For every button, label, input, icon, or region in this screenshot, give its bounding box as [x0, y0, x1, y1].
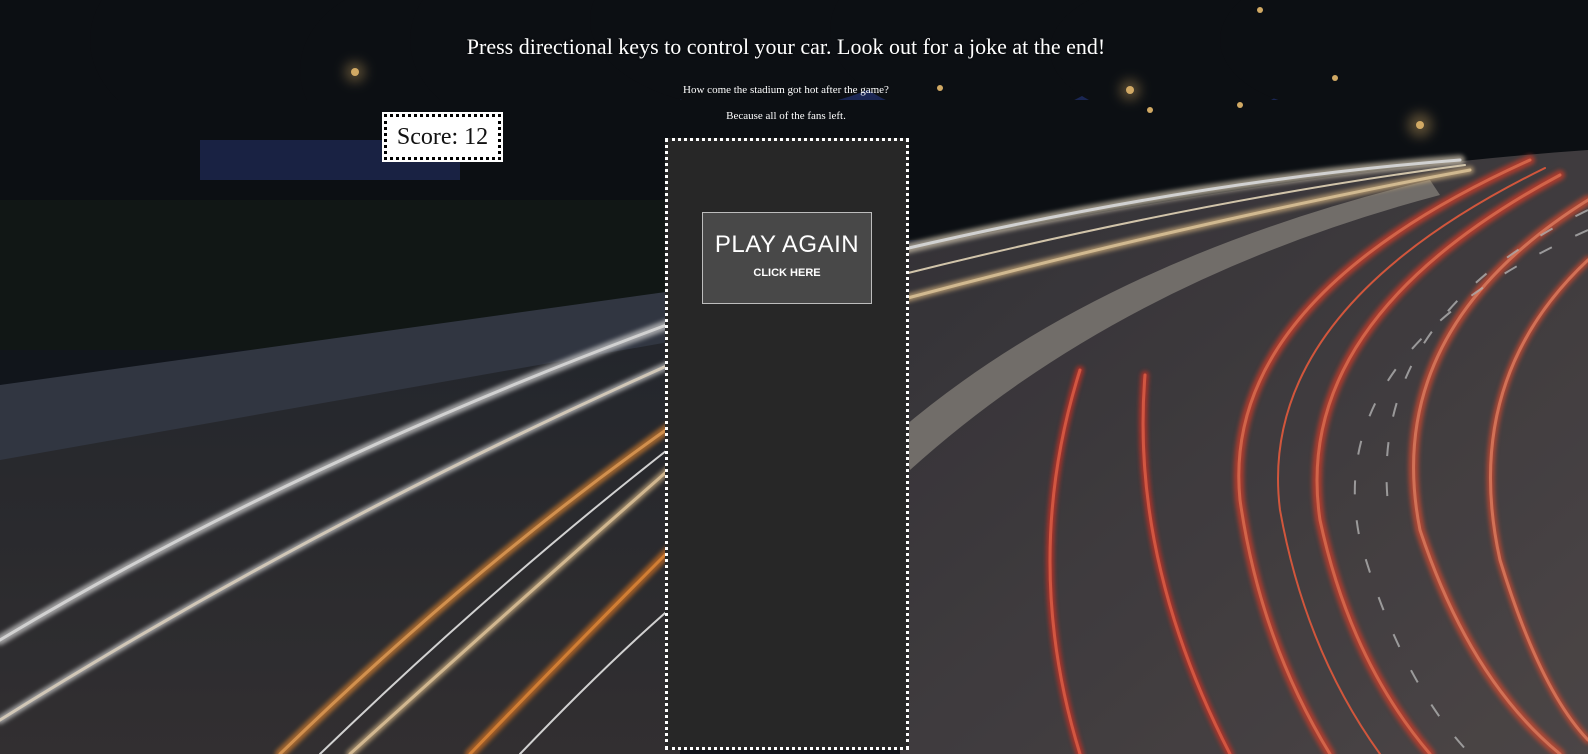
score-display: Score: 12: [382, 112, 503, 162]
joke-answer: Because all of the fans left.: [726, 110, 846, 122]
instructions-text: Press directional keys to control your c…: [466, 34, 1106, 59]
play-again-button[interactable]: PLAY AGAIN CLICK HERE: [702, 212, 872, 304]
game-area: PLAY AGAIN CLICK HERE: [665, 138, 909, 750]
joke-question: How come the stadium got hot after the g…: [683, 84, 889, 96]
game-scene: Press directional keys to control your c…: [0, 0, 1588, 754]
play-again-sublabel: CLICK HERE: [753, 267, 821, 279]
play-again-label: PLAY AGAIN: [714, 231, 860, 258]
